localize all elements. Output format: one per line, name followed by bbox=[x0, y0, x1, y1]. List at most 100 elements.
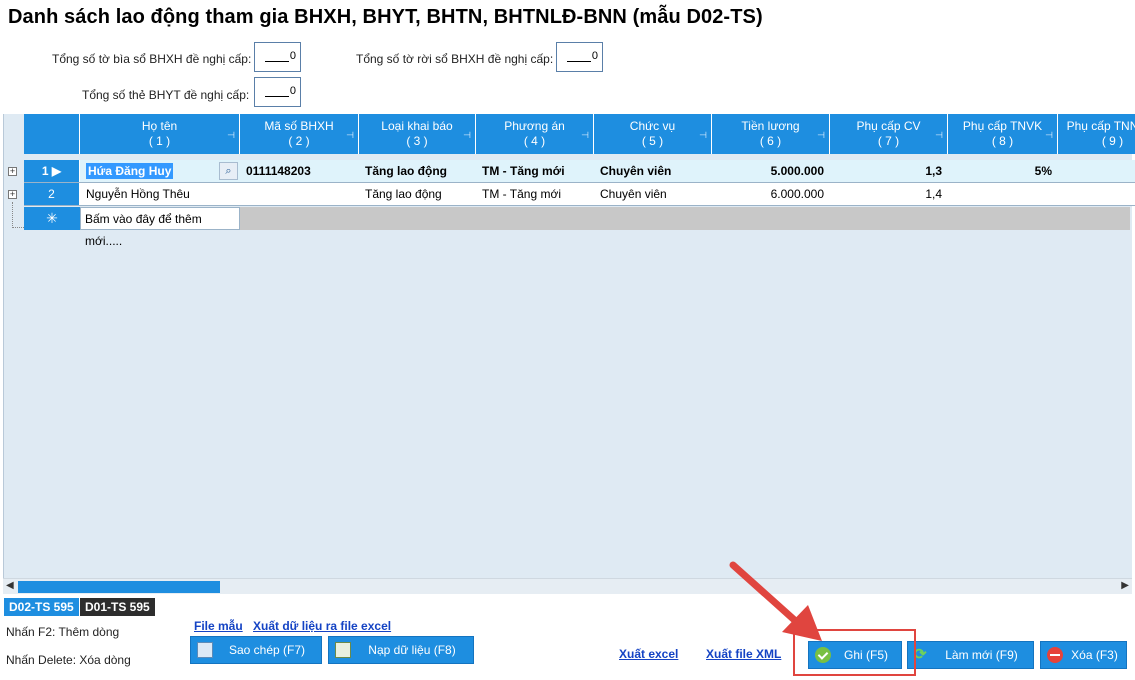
header-num: ( 9 ) bbox=[1101, 134, 1124, 148]
employee-grid[interactable]: Họ tên( 1 ) ⊣ Mã số BHXH( 2 ) ⊣ Loại khai … bbox=[3, 114, 1135, 594]
delete-button-label: Xóa (F3) bbox=[1071, 648, 1118, 662]
cell-ma-so[interactable] bbox=[240, 183, 359, 205]
cell-pc-cv[interactable]: 1,3 bbox=[830, 160, 948, 182]
header-label: Phụ cấp TNVK bbox=[962, 119, 1043, 133]
cell-chuc-vu[interactable]: Chuyên viên bbox=[594, 183, 712, 205]
header-phu-cap-tnnghe[interactable]: Phụ cấp TNNghề( 9 )⊣ bbox=[1058, 114, 1135, 154]
header-ho-ten[interactable]: Họ tên( 1 ) ⊣ bbox=[80, 114, 240, 154]
cell-ma-so[interactable]: 0111148203 bbox=[240, 160, 359, 182]
tab-d02-ts[interactable]: D02-TS 595 bbox=[4, 598, 79, 616]
cell-chuc-vu[interactable]: Chuyên viên bbox=[594, 160, 712, 182]
copy-button-label: Sao chép (F7) bbox=[228, 643, 306, 657]
delete-button[interactable]: Xóa (F3) bbox=[1040, 641, 1127, 669]
hint-delete: Nhấn Delete: Xóa dòng bbox=[6, 653, 131, 667]
pin-icon[interactable]: ⊣ bbox=[346, 128, 354, 143]
header-num: ( 6 ) bbox=[759, 134, 782, 148]
cell-ho-ten[interactable]: Hứa Đăng Huy ⌕ bbox=[80, 160, 240, 182]
header-label: Họ tên bbox=[141, 119, 178, 133]
add-row-prompt[interactable]: Bấm vào đây để thêm mới..... bbox=[80, 207, 240, 248]
cell-loai[interactable]: Tăng lao động bbox=[359, 183, 476, 205]
header-label: Tiền lương bbox=[741, 119, 800, 133]
to-bia-label: Tổng số tờ bìa sổ BHXH đề nghị cấp: bbox=[52, 52, 252, 66]
tree-connector bbox=[12, 202, 13, 228]
header-phu-cap-cv[interactable]: Phụ cấp CV( 7 ) ⊣ bbox=[830, 114, 948, 154]
selected-name[interactable]: Hứa Đăng Huy bbox=[86, 163, 174, 179]
save-button-highlight bbox=[793, 629, 916, 676]
cell-pc-tnvk[interactable]: 5% bbox=[948, 160, 1058, 182]
header-loai-khai-bao[interactable]: Loại khai báo( 3 ) ⊣ bbox=[359, 114, 476, 154]
header-tien-luong[interactable]: Tiền lương( 6 ) ⊣ bbox=[712, 114, 830, 154]
load-data-button[interactable]: Nạp dữ liệu (F8) bbox=[328, 636, 474, 664]
header-label: Chức vụ bbox=[629, 119, 676, 133]
cell-phuong-an[interactable]: TM - Tăng mới bbox=[476, 160, 594, 182]
cell-tien-luong[interactable]: 6.000.000 bbox=[712, 183, 830, 205]
lookup-icon[interactable]: ⌕ bbox=[219, 162, 238, 180]
header-num: ( 5 ) bbox=[641, 134, 664, 148]
header-label: Mã số BHXH bbox=[264, 119, 334, 133]
the-bhyt-label: Tổng số thẻ BHYT đề nghị cấp: bbox=[82, 88, 250, 102]
the-bhyt-value: 0 bbox=[289, 85, 296, 97]
to-bia-input[interactable]: 0 bbox=[254, 42, 301, 72]
table-row[interactable]: 2 Nguyễn Hồng Thêu Tăng lao động TM - Tă… bbox=[24, 183, 1135, 206]
pin-icon[interactable]: ⊣ bbox=[817, 128, 825, 143]
refresh-icon: ⟳ bbox=[914, 646, 927, 663]
pin-icon[interactable]: ⊣ bbox=[581, 128, 589, 143]
header-num: ( 1 ) bbox=[148, 134, 171, 148]
scroll-right-icon[interactable]: ▶ bbox=[1121, 580, 1129, 591]
table-row[interactable]: 1 ▶ Hứa Đăng Huy ⌕ 0111148203 Tăng lao độ… bbox=[24, 160, 1135, 183]
copy-icon bbox=[197, 642, 213, 658]
grid-header: Họ tên( 1 ) ⊣ Mã số BHXH( 2 ) ⊣ Loại khai … bbox=[24, 114, 1135, 154]
pin-icon[interactable]: ⊣ bbox=[463, 128, 471, 143]
header-phuong-an[interactable]: Phương án( 4 ) ⊣ bbox=[476, 114, 594, 154]
header-num: ( 4 ) bbox=[523, 134, 546, 148]
row-number: 1 ▶ bbox=[24, 160, 80, 182]
expand-icon[interactable]: + bbox=[8, 190, 17, 199]
tree-connector bbox=[12, 227, 24, 228]
header-num: ( 2 ) bbox=[288, 134, 310, 148]
new-row-star-icon: ✳ bbox=[24, 207, 80, 230]
pin-icon[interactable]: ⊣ bbox=[935, 128, 943, 143]
add-row-filler bbox=[240, 207, 1130, 230]
cell-phuong-an[interactable]: TM - Tăng mới bbox=[476, 183, 594, 205]
to-roi-label: Tổng số tờ rời sổ BHXH đề nghị cấp: bbox=[356, 52, 554, 66]
load-data-icon bbox=[335, 642, 351, 658]
scroll-left-icon[interactable]: ◀ bbox=[6, 580, 14, 591]
cell-loai[interactable]: Tăng lao động bbox=[359, 160, 476, 182]
to-roi-value: 0 bbox=[591, 50, 598, 62]
cell-pc-tnvk[interactable] bbox=[948, 183, 1058, 205]
cell-pc-tnnghe[interactable]: 5% bbox=[1058, 160, 1135, 182]
header-phu-cap-tnvk[interactable]: Phụ cấp TNVK( 8 ) ⊣ bbox=[948, 114, 1058, 154]
hint-f2: Nhấn F2: Thêm dòng bbox=[6, 625, 120, 639]
file-mau-link[interactable]: File mẫu bbox=[194, 619, 243, 633]
to-roi-input[interactable]: 0 bbox=[556, 42, 603, 72]
cell-pc-cv[interactable]: 1,4 bbox=[830, 183, 948, 205]
expand-icon[interactable]: + bbox=[8, 167, 17, 176]
header-row-number bbox=[24, 114, 80, 154]
refresh-button-label: Làm mới (F9) bbox=[945, 648, 1018, 662]
to-bia-value: 0 bbox=[289, 50, 296, 62]
xuat-du-lieu-excel-link[interactable]: Xuất dữ liệu ra file excel bbox=[253, 619, 391, 633]
header-chuc-vu[interactable]: Chức vụ( 5 ) ⊣ bbox=[594, 114, 712, 154]
pin-icon[interactable]: ⊣ bbox=[1045, 128, 1053, 143]
xuat-xml-link[interactable]: Xuất file XML bbox=[706, 647, 781, 661]
header-num: ( 7 ) bbox=[877, 134, 900, 148]
header-num: ( 3 ) bbox=[406, 134, 428, 148]
cell-pc-tnnghe[interactable]: 5% bbox=[1058, 183, 1135, 205]
copy-button[interactable]: Sao chép (F7) bbox=[190, 636, 322, 664]
cell-tien-luong[interactable]: 5.000.000 bbox=[712, 160, 830, 182]
tab-d01-ts[interactable]: D01-TS 595 bbox=[80, 598, 155, 616]
header-ma-so[interactable]: Mã số BHXH( 2 ) ⊣ bbox=[240, 114, 359, 154]
the-bhyt-input[interactable]: 0 bbox=[254, 77, 301, 107]
pin-icon[interactable]: ⊣ bbox=[699, 128, 707, 143]
load-data-button-label: Nạp dữ liệu (F8) bbox=[368, 643, 456, 657]
scrollbar-thumb[interactable] bbox=[18, 581, 220, 593]
cell-ho-ten[interactable]: Nguyễn Hồng Thêu bbox=[80, 183, 240, 205]
horizontal-scrollbar[interactable]: ◀ ▶ bbox=[3, 578, 1132, 594]
page-title: Danh sách lao động tham gia BHXH, BHYT, … bbox=[8, 6, 763, 28]
header-num: ( 8 ) bbox=[991, 134, 1014, 148]
header-label: Phụ cấp TNNghề bbox=[1066, 119, 1135, 133]
add-row[interactable]: ✳ Bấm vào đây để thêm mới..... bbox=[24, 207, 1130, 248]
xuat-excel-link[interactable]: Xuất excel bbox=[619, 647, 678, 661]
refresh-button[interactable]: ⟳ Làm mới (F9) bbox=[907, 641, 1034, 669]
pin-icon[interactable]: ⊣ bbox=[227, 128, 235, 143]
